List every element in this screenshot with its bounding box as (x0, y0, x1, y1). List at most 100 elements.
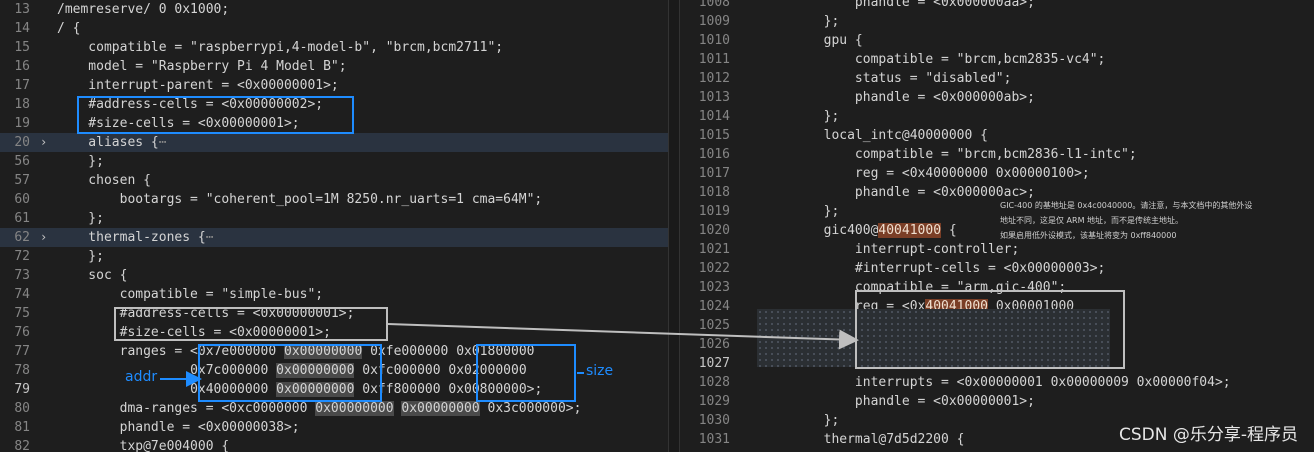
code-content: }; (761, 109, 840, 124)
code-line[interactable]: 13/memreserve/ 0 0x1000; (0, 0, 668, 19)
gic-address-note: GIC-400 的基地址是 0x4c0040000。请注意，与本文档中的其他外设… (1000, 198, 1260, 243)
code-content: compatible = "simple-bus"; (57, 287, 324, 302)
line-number: 1011 (698, 52, 730, 67)
code-line[interactable]: 75 #address-cells = <0x00000001>; (0, 304, 668, 323)
code-line[interactable]: 56 }; (0, 152, 668, 171)
line-number: 56 (14, 154, 30, 169)
code-line[interactable]: 1012 status = "disabled"; (680, 69, 1314, 88)
code-text: phandle = <0x000000ac>; (761, 183, 1035, 202)
code-line[interactable]: 1023 compatible = "arm,gic-400"; (680, 278, 1314, 297)
line-number: 1008 (698, 0, 730, 10)
code-content: / { (57, 21, 81, 36)
code-line[interactable]: 78 0x7c000000 0x00000000 0xfc000000 0x02… (0, 361, 668, 380)
code-line[interactable]: 76 #size-cells = <0x00000001>; (0, 323, 668, 342)
value-segment: 0x7c000000 (190, 363, 269, 378)
code-line[interactable]: 16 model = "Raspberry Pi 4 Model B"; (0, 57, 668, 76)
code-line[interactable]: 17 interrupt-parent = <0x00000001>; (0, 76, 668, 95)
code-text: /memreserve/ 0 0x1000; (57, 0, 229, 19)
code-text: txp@7e004000 { (57, 437, 230, 452)
code-text: compatible = "arm,gic-400"; (761, 278, 1066, 297)
line-number: 1028 (698, 375, 730, 390)
code-line[interactable]: 1015 local_intc@40000000 { (680, 126, 1314, 145)
code-text: bootargs = "coherent_pool=1M 8250.nr_uar… (57, 190, 543, 209)
code-prefix: ranges = < (57, 344, 198, 359)
line-number: 75 (14, 306, 30, 321)
code-text: }; (57, 209, 104, 228)
code-content: }; (57, 154, 104, 169)
line-number: 1015 (698, 128, 730, 143)
code-line[interactable]: 1014 }; (680, 107, 1314, 126)
code-line[interactable]: 1013 phandle = <0x000000ab>; (680, 88, 1314, 107)
line-number: 16 (14, 59, 30, 74)
fold-chevron-icon[interactable]: › (40, 133, 52, 152)
line-number: 14 (14, 21, 30, 36)
folded-ellipsis[interactable]: ⋯ (159, 135, 167, 150)
code-line[interactable]: 61 }; (0, 209, 668, 228)
code-line[interactable]: 20 › aliases {⋯ (0, 133, 668, 152)
code-line[interactable]: 62 › thermal-zones {⋯ (0, 228, 668, 247)
code-line[interactable]: 14 / { (0, 19, 668, 38)
line-number: 1029 (698, 394, 730, 409)
code-text: }; (761, 202, 840, 221)
code-line[interactable]: 72 }; (0, 247, 668, 266)
code-line[interactable]: 1011 compatible = "brcm,bcm2835-vc4"; (680, 50, 1314, 69)
code-content: interrupt-parent = <0x00000001>; (57, 78, 339, 93)
code-line[interactable]: 80 dma-ranges = <0xc0000000 0x00000000 0… (0, 399, 668, 418)
code-line[interactable]: 1017 reg = <0x40000000 0x00000100>; (680, 164, 1314, 183)
code-text: }; (761, 107, 840, 126)
code-content: bootargs = "coherent_pool=1M 8250.nr_uar… (57, 192, 543, 207)
line-number: 19 (14, 116, 30, 131)
code-content: }; (761, 14, 840, 29)
code-content: reg = <0x40000000 0x00000100>; (761, 166, 1090, 181)
code-text: chosen { (57, 171, 151, 190)
split-divider[interactable] (668, 0, 680, 452)
code-text: compatible = "brcm,bcm2835-vc4"; (761, 50, 1105, 69)
code-content: thermal-zones { (57, 230, 206, 245)
value-segment (276, 344, 284, 359)
line-number: 1013 (698, 90, 730, 105)
value-segment: 0x01800000 (456, 344, 535, 359)
code-line[interactable]: 15 compatible = "raspberrypi,4-model-b",… (0, 38, 668, 57)
code-line[interactable]: 82 txp@7e004000 { (0, 437, 668, 452)
code-line[interactable]: 1008 phandle = <0x000000aa>; (680, 0, 1314, 12)
line-number: 1027 (698, 356, 730, 371)
line-number: 15 (14, 40, 30, 55)
code-line[interactable]: 77 ranges = <0x7e000000 0x00000000 0xfe0… (0, 342, 668, 361)
code-text: interrupts = <0x00000001 0x00000009 0x00… (761, 373, 1231, 392)
code-line[interactable]: 1022 #interrupt-cells = <0x00000003>; (680, 259, 1314, 278)
code-content: model = "Raspberry Pi 4 Model B"; (57, 59, 347, 74)
code-prefix: gic400@ (761, 223, 879, 238)
code-line[interactable]: 1010 gpu { (680, 31, 1314, 50)
code-content: compatible = "brcm,bcm2835-vc4"; (761, 52, 1106, 67)
code-text: phandle = <0x000000ab>; (761, 88, 1035, 107)
left-editor-pane[interactable]: 13/memreserve/ 0 0x1000; 14 / { 15 compatib… (0, 0, 668, 452)
code-prefix (57, 382, 190, 397)
code-content: thermal@7d5d2200 { (761, 432, 965, 447)
line-number: 80 (14, 401, 30, 416)
code-line[interactable]: 60 bootargs = "coherent_pool=1M 8250.nr_… (0, 190, 668, 209)
code-content: compatible = "arm,gic-400"; (761, 280, 1067, 295)
code-content: compatible = "raspberrypi,4-model-b", "b… (57, 40, 504, 55)
search-match: 40041000 (878, 223, 942, 238)
value-segment: 0x7e000000 (197, 344, 277, 359)
line-number: 1026 (698, 337, 730, 352)
code-line[interactable]: 1028 interrupts = <0x00000001 0x00000009… (680, 373, 1314, 392)
code-text: ranges = <0x7e000000 0x00000000 0xfe0000… (57, 342, 534, 361)
code-line[interactable]: 79 0x40000000 0x00000000 0xff800000 0x00… (0, 380, 668, 399)
code-line[interactable]: 1029 phandle = <0x00000001>; (680, 392, 1314, 411)
code-line[interactable]: 18 #address-cells = <0x00000002>; (0, 95, 668, 114)
line-number: 1019 (698, 204, 730, 219)
fold-chevron-icon[interactable]: › (40, 228, 52, 247)
code-line[interactable]: 57 chosen { (0, 171, 668, 190)
code-line[interactable]: 19 #size-cells = <0x00000001>; (0, 114, 668, 133)
code-content: aliases { (57, 135, 159, 150)
code-line[interactable]: 81 phandle = <0x00000038>; (0, 418, 668, 437)
note-line-3: 如果启用低外设模式，该基址将变为 0xff840000 (1000, 231, 1177, 240)
code-line[interactable]: 1016 compatible = "brcm,bcm2836-l1-intc"… (680, 145, 1314, 164)
code-line[interactable]: 1009 }; (680, 12, 1314, 31)
note-line-1: GIC-400 的基地址是 0x4c0040000。请注意，与本文档中的其他外设 (1000, 201, 1253, 210)
code-line[interactable]: 74 compatible = "simple-bus"; (0, 285, 668, 304)
code-line[interactable]: 73 soc { (0, 266, 668, 285)
code-prefix (57, 363, 190, 378)
folded-ellipsis[interactable]: ⋯ (206, 230, 214, 245)
